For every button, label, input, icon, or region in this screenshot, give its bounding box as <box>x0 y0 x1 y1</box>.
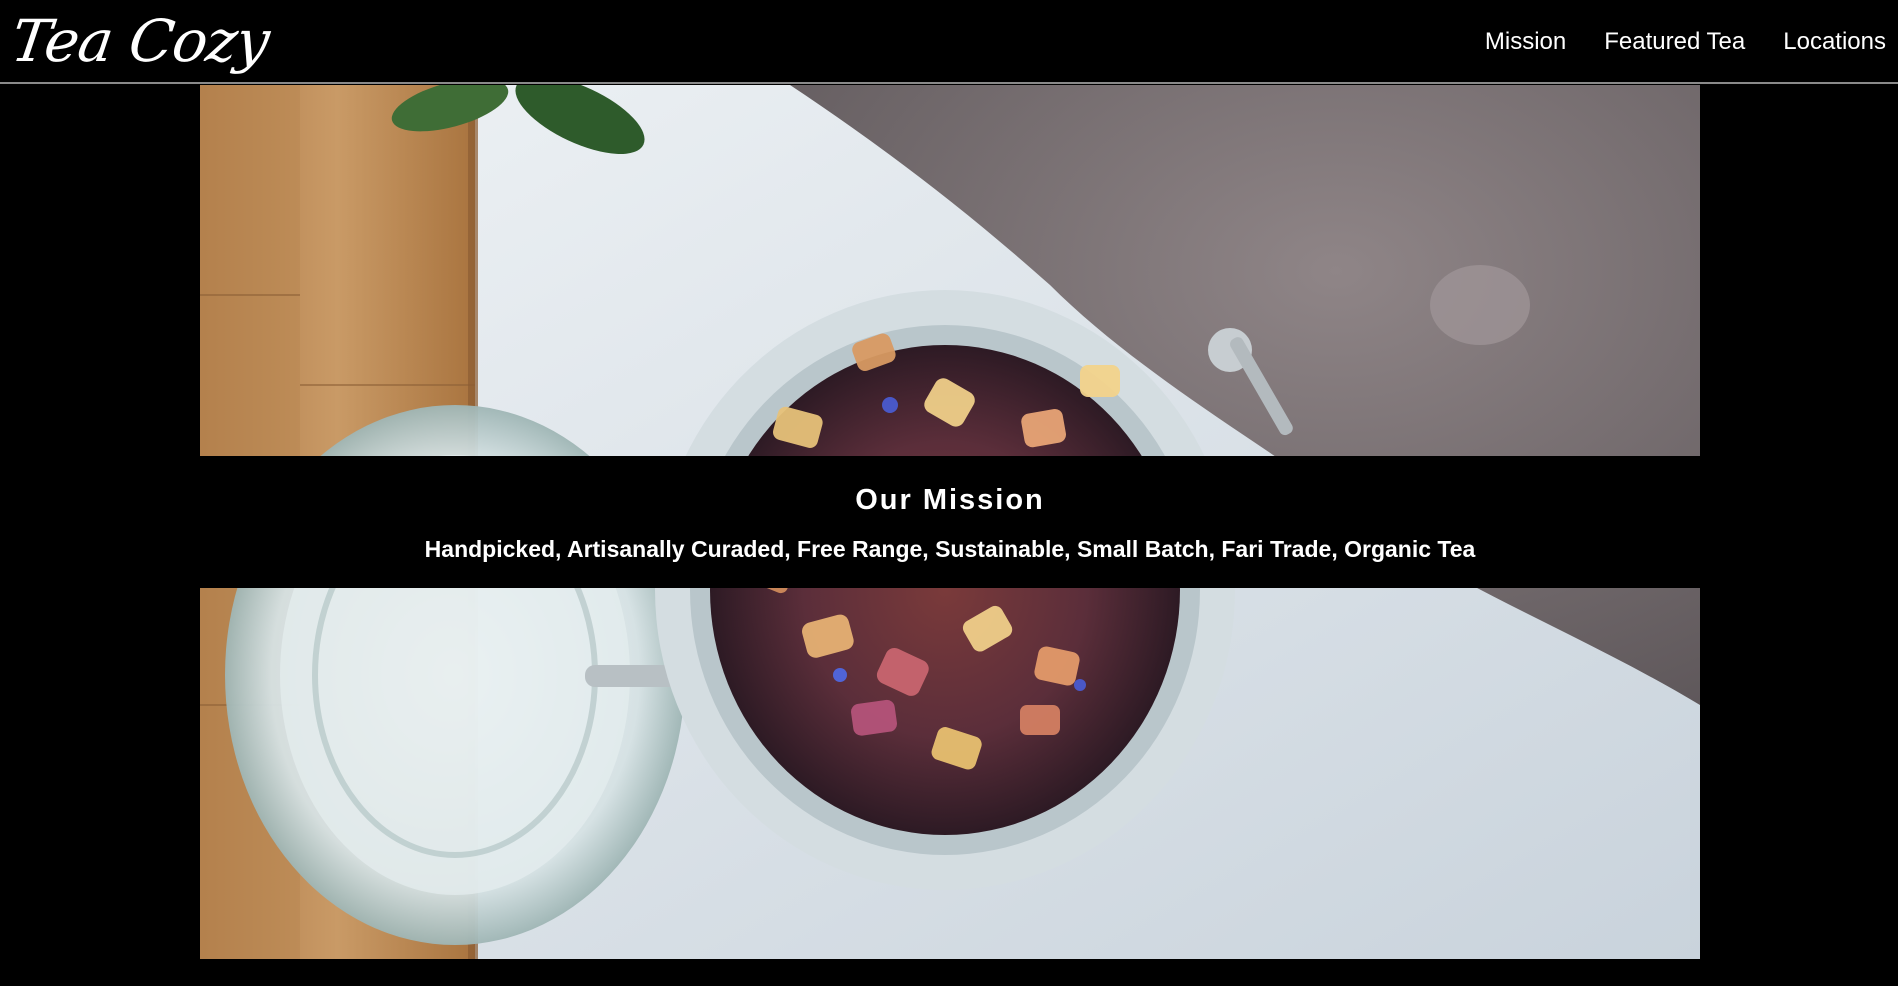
logo[interactable]: Tea Cozy <box>7 6 273 76</box>
nav-link-featured-tea[interactable]: Featured Tea <box>1604 22 1745 62</box>
nav-link-mission[interactable]: Mission <box>1485 22 1566 62</box>
mission-title: Our Mission <box>855 484 1045 516</box>
site-header: Tea Cozy Mission Featured Tea Locations <box>0 0 1898 84</box>
main-nav: Mission Featured Tea Locations <box>1485 22 1886 62</box>
nav-link-locations[interactable]: Locations <box>1783 22 1886 62</box>
page-bottom <box>0 959 1898 986</box>
mission-banner: Our Mission Handpicked, Artisanally Cura… <box>200 456 1700 588</box>
mission-tagline: Handpicked, Artisanally Curaded, Free Ra… <box>424 536 1476 562</box>
